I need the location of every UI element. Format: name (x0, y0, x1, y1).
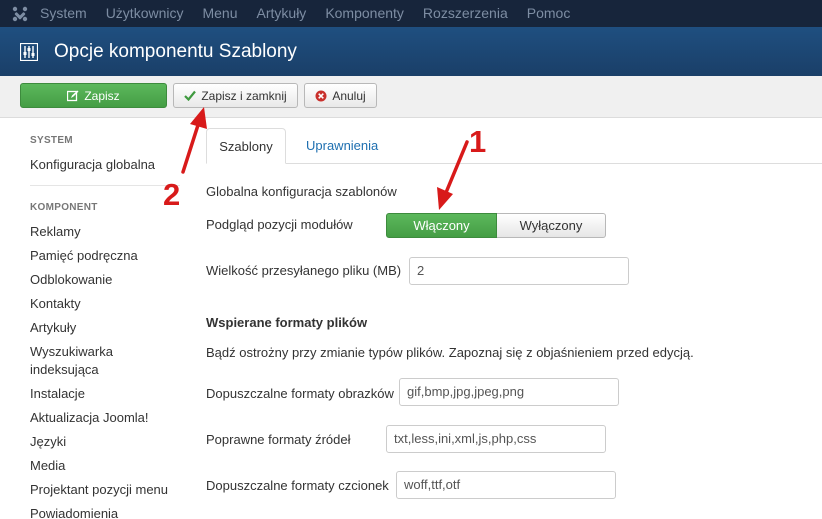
cancel-label: Anuluj (332, 88, 366, 103)
save-and-close-button[interactable]: Zapisz i zamknij (173, 83, 298, 108)
sidebar-item-banners[interactable]: Reklamy (30, 224, 81, 239)
font-formats-field[interactable]: woff,ttf,otf (396, 471, 616, 499)
save-and-close-label: Zapisz i zamknij (201, 88, 287, 103)
toolbar: Zapisz Zapisz i zamknij Anuluj (0, 76, 822, 118)
font-formats-label: Dopuszczalne formaty czcionek (206, 478, 389, 493)
checkmark-icon (184, 90, 197, 101)
joomla-logo-icon[interactable] (0, 0, 40, 27)
tabs: Szablony Uprawnienia (206, 128, 822, 164)
formats-warning: Bądź ostrożny przy zmianie typów plików.… (206, 345, 694, 360)
annotation-marker-1: 1 (469, 124, 487, 159)
preview-toggle: Włączony Wyłączony (386, 213, 606, 238)
sidebar-item-global-config[interactable]: Konfiguracja globalna (30, 157, 155, 172)
sidebar-item-menu-positions[interactable]: Projektant pozycji menu (30, 482, 168, 497)
cancel-button[interactable]: Anuluj (304, 83, 377, 108)
sidebar-item-smart-search-line2[interactable]: indeksująca (30, 362, 99, 377)
sidebar-header-system: SYSTEM (30, 135, 73, 146)
equalizer-icon (20, 42, 38, 61)
image-formats-field[interactable]: gif,bmp,jpg,jpeg,png (399, 378, 619, 406)
image-formats-label: Dopuszczalne formaty obrazków (206, 386, 394, 401)
sidebar-header-component: KOMPONENT (30, 202, 98, 213)
sidebar-item-contacts[interactable]: Kontakty (30, 296, 81, 311)
source-formats-field[interactable]: txt,less,ini,xml,js,php,css (386, 425, 606, 453)
menu-menu[interactable]: Menu (202, 0, 237, 27)
sidebar-item-joomla-update[interactable]: Aktualizacja Joomla! (30, 410, 149, 425)
sidebar-item-smart-search[interactable]: Wyszukiwarka (30, 344, 113, 359)
sidebar-divider (30, 185, 180, 186)
upload-size-field[interactable]: 2 (409, 257, 629, 285)
menu-components[interactable]: Komponenty (325, 0, 404, 27)
annotation-marker-2: 2 (163, 177, 181, 212)
sidebar-item-articles[interactable]: Artykuły (30, 320, 76, 335)
tab-templates[interactable]: Szablony (206, 128, 286, 164)
sidebar-item-installers[interactable]: Instalacje (30, 386, 85, 401)
menu-articles[interactable]: Artykuły (257, 0, 307, 27)
sidebar-item-checkin[interactable]: Odblokowanie (30, 272, 112, 287)
preview-label: Podgląd pozycji modułów (206, 217, 353, 232)
title-bar: Opcje komponentu Szablony (0, 27, 822, 76)
save-button[interactable]: Zapisz (20, 83, 167, 108)
global-config-label: Globalna konfiguracja szablonów (206, 184, 397, 199)
toggle-on-button[interactable]: Włączony (386, 213, 497, 238)
formats-title: Wspierane formaty plików (206, 315, 368, 330)
source-formats-label: Poprawne formaty źródeł (206, 432, 351, 447)
cancel-icon (315, 90, 327, 102)
menu-system[interactable]: System (40, 0, 87, 27)
upload-size-label: Wielkość przesyłanego pliku (MB) (206, 263, 402, 278)
page-title: Opcje komponentu Szablony (54, 40, 297, 62)
menu-help[interactable]: Pomoc (527, 0, 571, 27)
top-menu: System Użytkownicy Menu Artykuły Kompone… (40, 0, 589, 27)
edit-icon (67, 90, 79, 102)
tab-permissions[interactable]: Uprawnienia (294, 128, 390, 164)
menu-users[interactable]: Użytkownicy (106, 0, 184, 27)
toggle-off-button[interactable]: Wyłączony (497, 213, 606, 238)
menu-extensions[interactable]: Rozszerzenia (423, 0, 508, 27)
top-nav: System Użytkownicy Menu Artykuły Kompone… (0, 0, 822, 27)
save-label: Zapisz (84, 88, 120, 103)
sidebar-item-languages[interactable]: Języki (30, 434, 66, 449)
sidebar-item-cache[interactable]: Pamięć podręczna (30, 248, 138, 263)
sidebar-item-messages[interactable]: Powiadomienia (30, 506, 118, 519)
sidebar-item-media[interactable]: Media (30, 458, 65, 473)
